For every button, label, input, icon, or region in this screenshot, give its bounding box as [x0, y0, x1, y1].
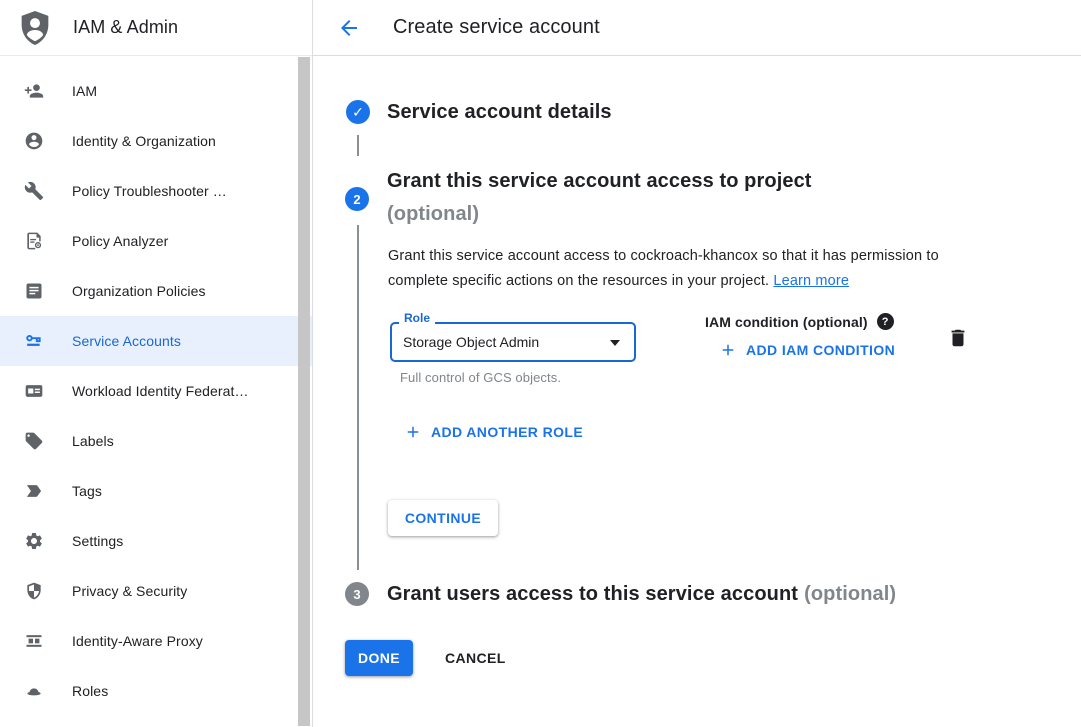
step2-description-text: Grant this service account access to coc…: [388, 248, 939, 289]
sidebar-item-label: Policy Analyzer: [72, 233, 168, 249]
create-service-account-form: ✓ Service account details 2 Grant this s…: [313, 57, 1081, 727]
iam-condition-label: IAM condition (optional): [705, 314, 868, 330]
account-circle-icon: [24, 131, 44, 151]
step1-completed-check-icon: ✓: [346, 100, 370, 124]
tag-arrow-icon: [24, 481, 44, 501]
sidebar-item-label: Settings: [72, 533, 123, 549]
sidebar-item-label: Workload Identity Federat…: [72, 383, 249, 399]
label-tag-icon: [24, 431, 44, 451]
person-add-icon: [24, 81, 44, 101]
help-icon[interactable]: ?: [877, 313, 894, 330]
gear-icon: [24, 531, 44, 551]
sidebar-item-label: Service Accounts: [72, 333, 181, 349]
step2-title: Grant this service account access to pro…: [387, 170, 812, 193]
delete-role-trash-icon[interactable]: [947, 327, 969, 349]
step-connector-line: [357, 135, 359, 156]
role-helper-text: Full control of GCS objects.: [400, 370, 561, 385]
shield-half-icon: [24, 581, 44, 601]
step3-title: Grant users access to this service accou…: [387, 583, 896, 606]
sidebar-item-identity-organization[interactable]: Identity & Organization: [0, 116, 312, 166]
sidebar-item-label: Identity-Aware Proxy: [72, 633, 203, 649]
role-field-label: Role: [399, 311, 435, 325]
sidebar: IAM & Admin IAM Identity & Organization Po…: [0, 0, 313, 727]
sidebar-item-workload-identity-federat[interactable]: Workload Identity Federat…: [0, 366, 312, 416]
step3-title-text: Grant users access to this service accou…: [387, 583, 798, 605]
service-account-key-icon: [24, 331, 44, 351]
add-iam-condition-button[interactable]: ADD IAM CONDITION: [719, 341, 895, 359]
learn-more-link[interactable]: Learn more: [773, 273, 849, 289]
plus-icon: [404, 423, 422, 441]
sidebar-item-label: Identity & Organization: [72, 133, 216, 149]
plus-icon: [719, 341, 737, 359]
sidebar-item-label: Policy Troubleshooter …: [72, 183, 227, 199]
step2-optional-label: (optional): [387, 203, 479, 226]
sidebar-scrollbar[interactable]: [298, 57, 310, 726]
main-header: Create service account: [313, 0, 1081, 56]
wrench-icon: [24, 181, 44, 201]
continue-button[interactable]: CONTINUE: [388, 500, 498, 536]
sidebar-item-label: IAM: [72, 83, 97, 99]
proxy-grid-icon: [24, 631, 44, 651]
id-card-icon: [24, 381, 44, 401]
sidebar-item-policy-analyzer[interactable]: Policy Analyzer: [0, 216, 312, 266]
sidebar-item-iam[interactable]: IAM: [0, 66, 312, 116]
add-another-role-label: ADD ANOTHER ROLE: [431, 424, 583, 440]
sidebar-header: IAM & Admin: [0, 0, 312, 56]
sidebar-item-label: Tags: [72, 483, 102, 499]
page-title: Create service account: [393, 16, 600, 39]
add-another-role-button[interactable]: ADD ANOTHER ROLE: [404, 423, 583, 441]
hat-icon: [24, 681, 44, 701]
step3-number-badge: 3: [345, 582, 369, 606]
dropdown-arrow-icon: [610, 340, 620, 346]
step-connector-line: [357, 225, 359, 570]
role-select-value: Storage Object Admin: [403, 334, 539, 350]
sidebar-item-organization-policies[interactable]: Organization Policies: [0, 266, 312, 316]
sidebar-item-service-accounts[interactable]: Service Accounts: [0, 316, 312, 366]
sidebar-item-label: Roles: [72, 683, 108, 699]
arrow-back-icon[interactable]: [337, 16, 361, 40]
sidebar-item-settings[interactable]: Settings: [0, 516, 312, 566]
step2-number-badge: 2: [345, 187, 369, 211]
sidebar-item-label: Privacy & Security: [72, 583, 187, 599]
role-select[interactable]: Storage Object Admin: [390, 322, 636, 362]
step3-optional-label: (optional): [804, 583, 896, 605]
app-title: IAM & Admin: [73, 17, 178, 38]
sidebar-item-privacy-security[interactable]: Privacy & Security: [0, 566, 312, 616]
document-icon: [24, 281, 44, 301]
cancel-button[interactable]: CANCEL: [437, 640, 514, 676]
sidebar-item-labels[interactable]: Labels: [0, 416, 312, 466]
add-iam-condition-label: ADD IAM CONDITION: [746, 342, 895, 358]
done-button[interactable]: DONE: [345, 640, 413, 676]
sidebar-nav: IAM Identity & Organization Policy Trouble…: [0, 56, 312, 716]
sidebar-item-roles[interactable]: Roles: [0, 666, 312, 716]
iam-condition-header: IAM condition (optional) ?: [705, 313, 894, 330]
sidebar-item-label: Organization Policies: [72, 283, 206, 299]
step2-description: Grant this service account access to coc…: [388, 244, 984, 294]
sidebar-item-tags[interactable]: Tags: [0, 466, 312, 516]
sidebar-item-identity-aware-proxy[interactable]: Identity-Aware Proxy: [0, 616, 312, 666]
scrollbar-thumb[interactable]: [298, 57, 310, 726]
sidebar-item-label: Labels: [72, 433, 114, 449]
step1-title: Service account details: [387, 101, 612, 124]
main-panel: Create service account ✓ Service account…: [313, 0, 1081, 727]
iam-admin-shield-icon: [20, 11, 50, 45]
sidebar-item-policy-troubleshooter[interactable]: Policy Troubleshooter …: [0, 166, 312, 216]
policy-analyzer-icon: [24, 231, 44, 251]
